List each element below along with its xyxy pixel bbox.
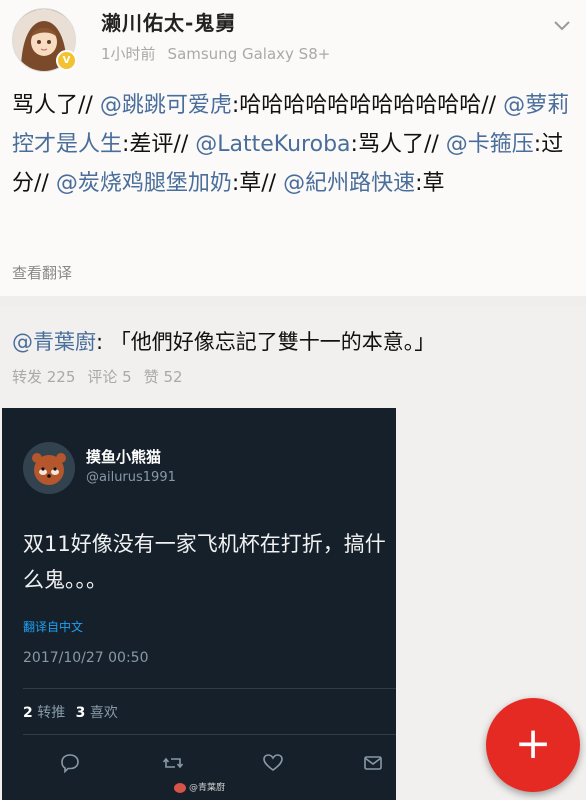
original-post-content: : 「他們好像忘記了雙十一的本意。」: [96, 330, 436, 354]
embedded-tweet-image[interactable]: 摸鱼小熊猫 @ailurus1991 双11好像没有一家飞机杯在打折，搞什么鬼。…: [2, 408, 396, 800]
tweet-author-name: 摸鱼小熊猫: [86, 448, 162, 466]
user-mention-link[interactable]: @跳跳可爱虎: [100, 93, 232, 118]
comment-count[interactable]: 评论 5: [87, 368, 131, 386]
weibo-logo-icon: [174, 782, 186, 793]
post-body: 骂人了// @跳跳可爱虎:哈哈哈哈哈哈哈哈哈哈哈// @萝莉控才是人生:差评//…: [12, 86, 578, 203]
post-body-text: :草: [415, 171, 445, 196]
user-mention-link[interactable]: @炭烧鸡腿堡加奶: [56, 171, 232, 196]
red-panda-avatar-illustration: [23, 442, 75, 494]
compose-button[interactable]: +: [486, 698, 580, 792]
tweet-like-count: 3: [75, 705, 86, 721]
post-body-text: :骂人了//: [350, 132, 446, 157]
retweet-icon: [162, 757, 184, 769]
post-body-text: :哈哈哈哈哈哈哈哈哈哈哈//: [231, 93, 504, 118]
tweet-counts: 2 转推 3 喜欢: [23, 702, 118, 722]
post-time: 1小时前: [101, 45, 156, 63]
post-body-text: :差评//: [122, 132, 196, 157]
original-post-text[interactable]: @青葉廚: 「他們好像忘記了雙十一的本意。」: [12, 326, 435, 356]
tweet-avatar: [23, 442, 75, 494]
tweet-author-handle: @ailurus1991: [86, 470, 176, 485]
mail-icon: [364, 756, 382, 770]
chevron-down-icon[interactable]: [553, 20, 571, 32]
original-post-stats: 转发 225 评论 5 赞 52: [12, 366, 183, 387]
tweet-divider: [23, 734, 396, 735]
tweet-translate-label: 翻译自中文: [23, 620, 84, 634]
original-author-mention[interactable]: @青葉廚: [12, 330, 96, 354]
tweet-text: 双11好像没有一家飞机杯在打折，搞什么鬼。。。: [23, 532, 386, 592]
user-mention-link[interactable]: @紀州路快速: [283, 171, 415, 196]
user-mention-link[interactable]: @卡箍压: [446, 132, 534, 157]
image-watermark: @青葉廚: [174, 780, 225, 793]
post-body-text: :草//: [231, 171, 284, 196]
watermark-text: @青葉廚: [189, 783, 226, 793]
post-meta: 1小时前 Samsung Galaxy S8+: [101, 43, 330, 64]
like-count[interactable]: 赞 52: [144, 368, 183, 386]
user-mention-link[interactable]: @LatteKuroba: [195, 132, 350, 157]
section-divider: [0, 296, 586, 306]
post-device: Samsung Galaxy S8+: [167, 45, 331, 63]
retweet-count: 2: [23, 705, 33, 721]
verified-badge-icon: V: [56, 50, 77, 71]
heart-icon: [263, 754, 283, 771]
tweet-like-label: 喜欢: [89, 705, 118, 721]
post-body-text: 骂人了//: [12, 93, 100, 118]
tweet-divider: [23, 688, 396, 689]
tweet-date: 2017/10/27 00:50: [23, 650, 149, 666]
retweet-label: 转推: [37, 705, 66, 721]
post-username[interactable]: 濑川佑太-鬼舅: [101, 7, 236, 36]
repost-count[interactable]: 转发 225: [12, 368, 75, 386]
reply-icon: [61, 754, 79, 774]
view-translation-link[interactable]: 查看翻译: [12, 262, 72, 283]
